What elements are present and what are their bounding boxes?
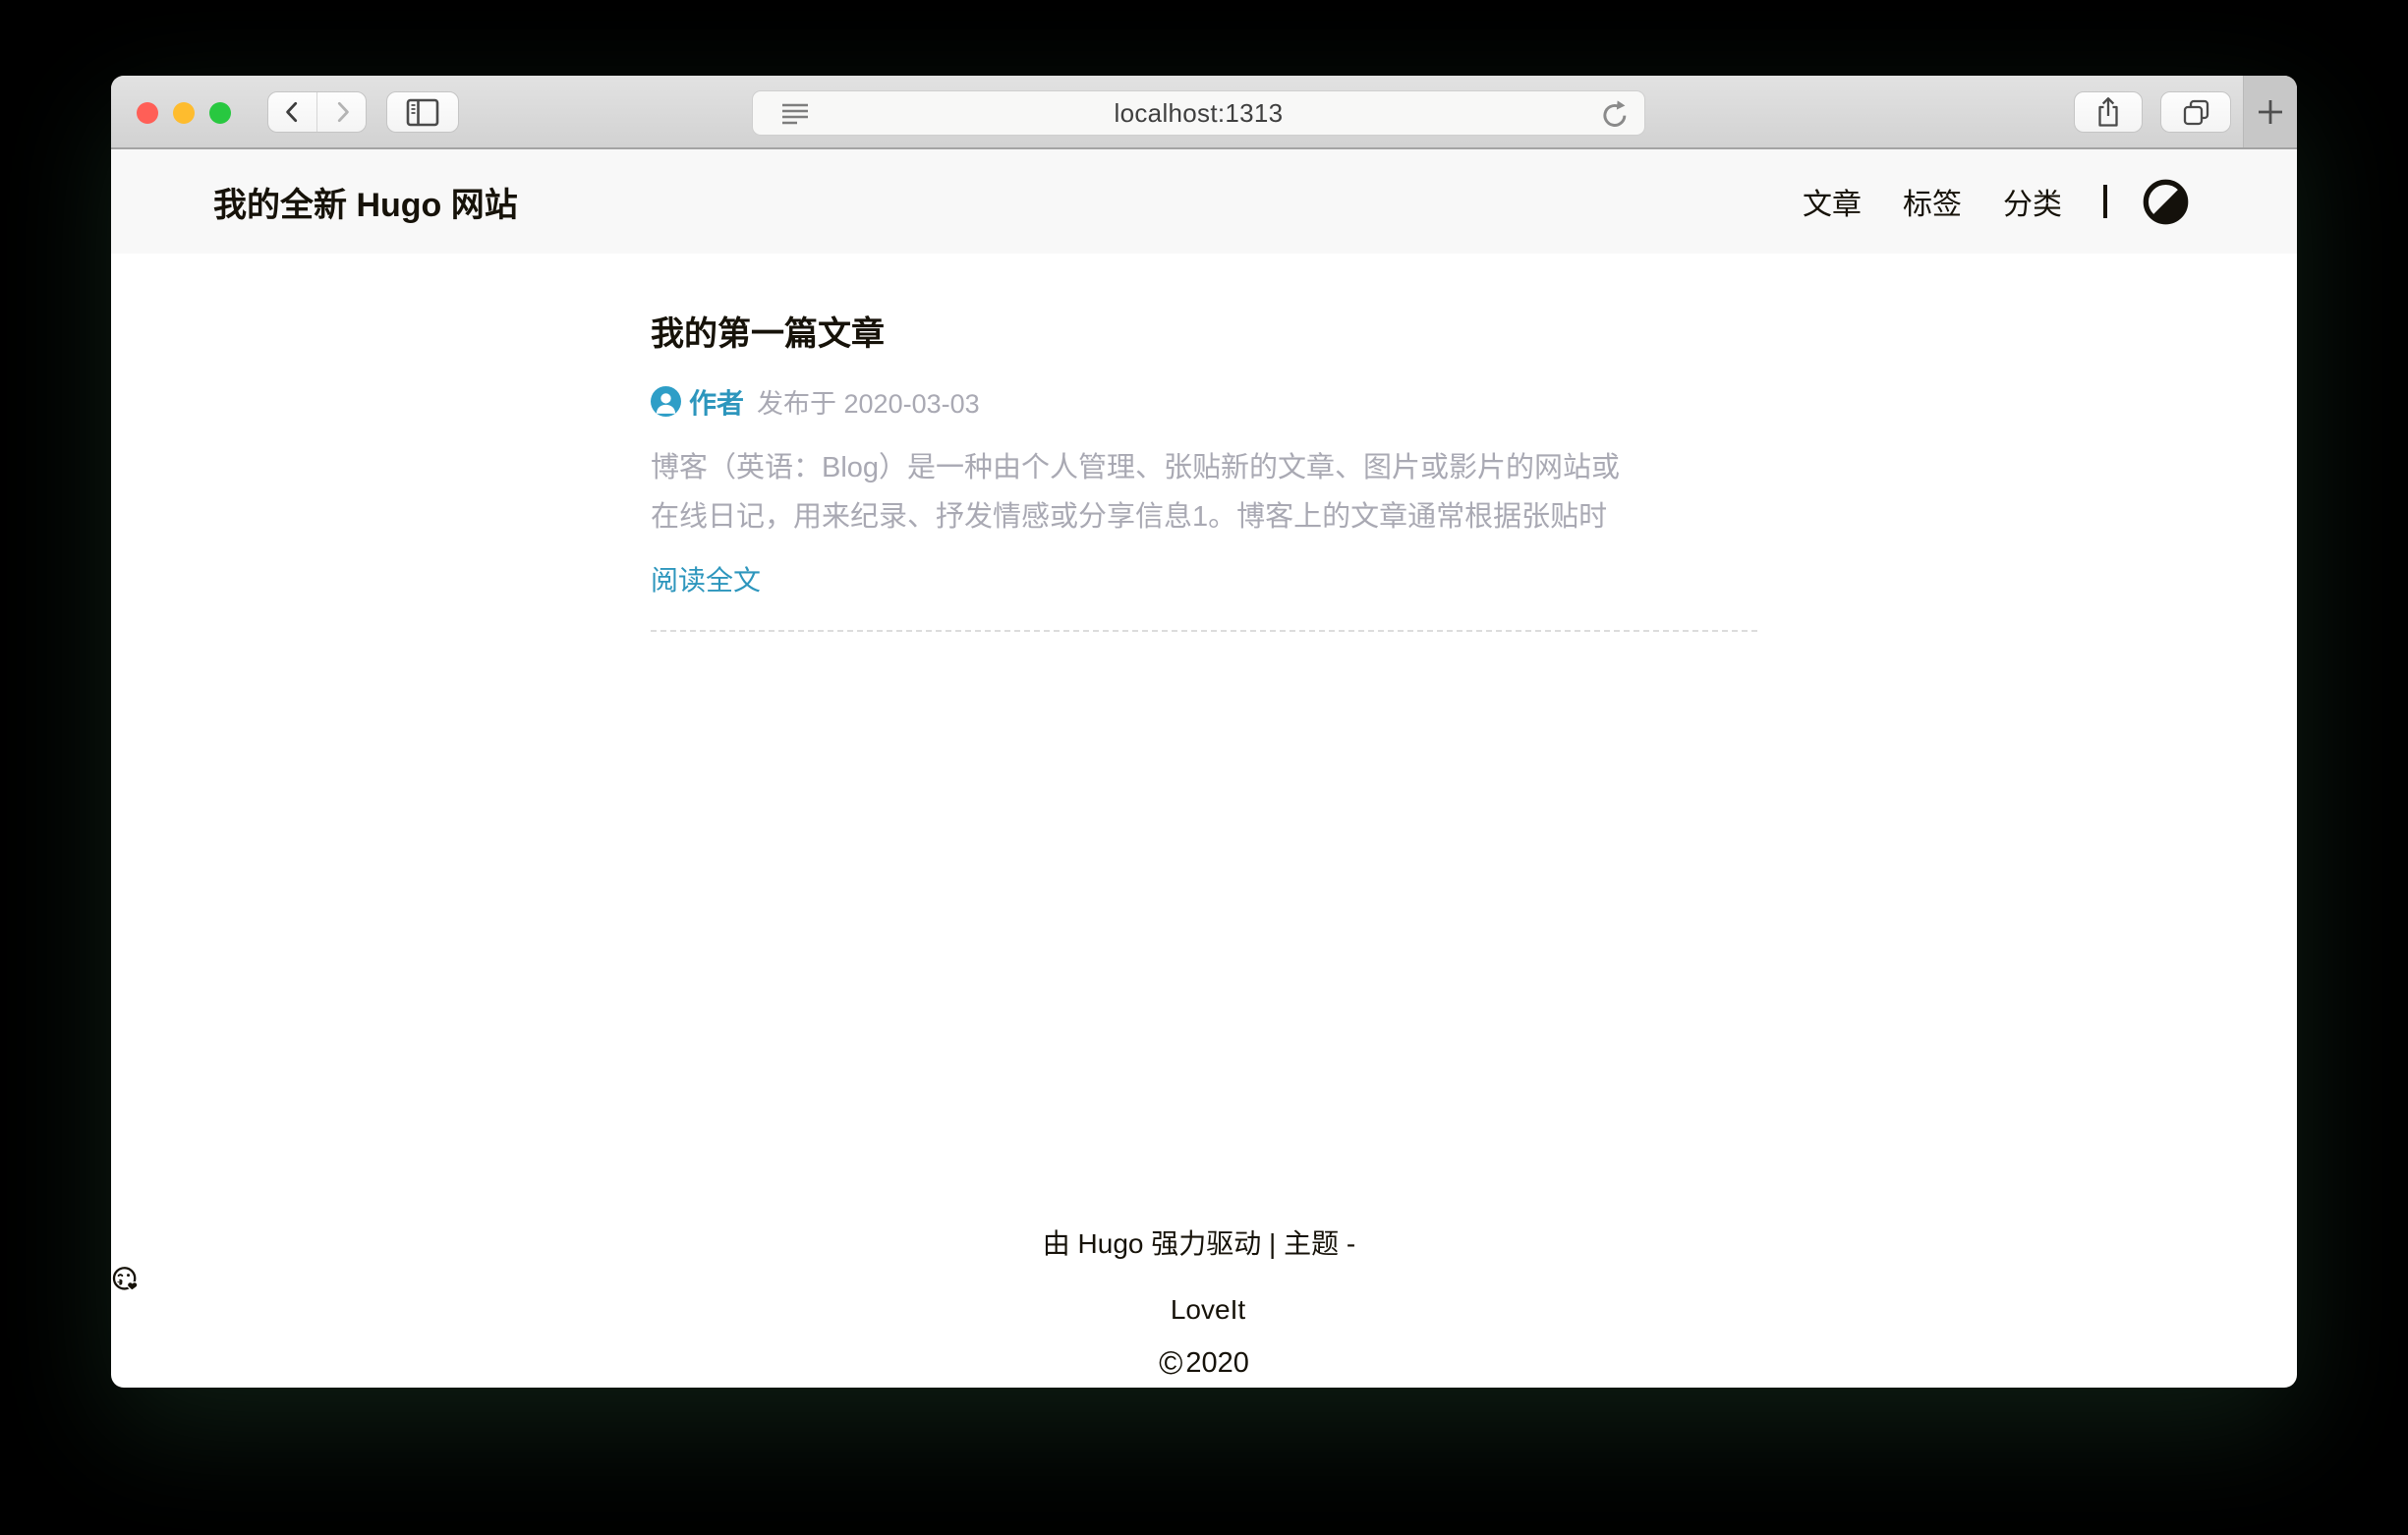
post-meta: 作者 发布于 2020-03-03 xyxy=(651,382,1757,422)
site-title[interactable]: 我的全新 Hugo 网站 xyxy=(213,178,518,226)
share-button[interactable] xyxy=(2074,91,2143,133)
author-link[interactable]: 作者 xyxy=(689,382,744,422)
browser-window: localhost:1313 xyxy=(111,76,2297,1388)
site-header: 我的全新 Hugo 网站 文章 标签 分类 xyxy=(111,149,2297,254)
summary-line: 在线日记，用来纪录、抒发情感或分享信息1。博客上的文章通常根据张贴时 xyxy=(651,492,1757,541)
kiss-wink-heart-icon xyxy=(111,1265,2297,1294)
post-summary-card: 我的第一篇文章 作者 发布于 2020-03-03 博客（英语 xyxy=(651,314,1757,632)
browser-toolbar: localhost:1313 xyxy=(111,76,2297,149)
read-more-link[interactable]: 阅读全文 xyxy=(651,559,761,598)
back-button[interactable] xyxy=(268,92,316,132)
summary-line: 博客（英语：Blog）是一种由个人管理、张贴新的文章、图片或影片的网站或 xyxy=(651,443,1757,492)
close-button[interactable] xyxy=(137,102,158,124)
address-bar[interactable]: localhost:1313 xyxy=(752,90,1645,136)
powered-by-text: 由 Hugo 强力驱动 | 主题 - xyxy=(1043,1228,1355,1259)
new-tab-button[interactable] xyxy=(2243,76,2297,147)
nav-item-posts[interactable]: 文章 xyxy=(1803,180,1862,223)
refresh-icon[interactable] xyxy=(1599,98,1631,130)
nav-separator xyxy=(2103,185,2107,218)
publish-date: 发布于 2020-03-03 xyxy=(757,382,980,421)
traffic-lights xyxy=(137,102,231,124)
zoom-button[interactable] xyxy=(209,102,231,124)
copyright-icon: © xyxy=(1159,1344,1182,1381)
chevron-left-icon xyxy=(280,97,306,127)
post-title[interactable]: 我的第一篇文章 xyxy=(651,314,1757,355)
copyright-year: 2020 xyxy=(1185,1347,1249,1379)
site-nav: 文章 标签 分类 xyxy=(1761,179,2189,225)
nav-item-categories[interactable]: 分类 xyxy=(2003,180,2062,223)
user-circle-icon xyxy=(651,386,681,417)
post-divider xyxy=(651,630,1757,632)
post-summary-text: 博客（英语：Blog）是一种由个人管理、张贴新的文章、图片或影片的网站或 在线日… xyxy=(651,443,1757,541)
sidebar-icon xyxy=(405,97,440,128)
plus-icon xyxy=(2254,95,2287,129)
share-icon xyxy=(2093,95,2123,129)
forward-button[interactable] xyxy=(316,92,366,132)
tabs-icon xyxy=(2181,97,2211,128)
theme-name-link[interactable]: LoveIt xyxy=(1171,1294,1245,1325)
footer-copyright-line: ©2020 xyxy=(111,1344,2297,1382)
footer-powered-line: 由 Hugo 强力驱动 | 主题 - LoveIt xyxy=(111,1222,2297,1331)
nav-item-tags[interactable]: 标签 xyxy=(1903,180,1962,223)
reader-view-icon[interactable] xyxy=(780,99,810,129)
tab-overview-button[interactable] xyxy=(2160,91,2231,133)
history-buttons xyxy=(267,91,367,133)
chevron-right-icon xyxy=(329,97,355,127)
url-text[interactable]: localhost:1313 xyxy=(1115,98,1284,129)
theme-toggle-icon[interactable] xyxy=(2143,179,2189,225)
page-content: 我的第一篇文章 作者 发布于 2020-03-03 博客（英语 xyxy=(651,314,1757,632)
sidebar-toggle-button[interactable] xyxy=(386,91,459,133)
site-footer: 由 Hugo 强力驱动 | 主题 - LoveIt ©2020 xyxy=(111,1222,2297,1382)
minimize-button[interactable] xyxy=(173,102,195,124)
